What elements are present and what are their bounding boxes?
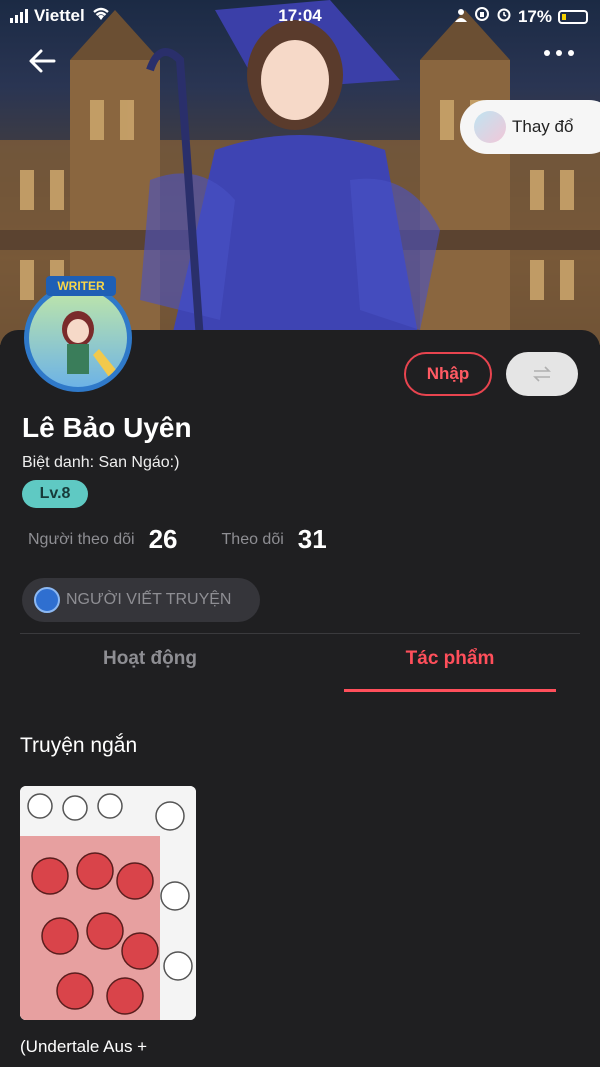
dot-icon: [568, 50, 574, 56]
role-label: NGƯỜI VIẾT TRUYỆN: [66, 591, 232, 608]
avatar-frame: [24, 284, 132, 392]
battery-icon: [558, 9, 588, 24]
following-label[interactable]: Theo dõi: [222, 531, 284, 549]
role-chip[interactable]: NGƯỜI VIẾT TRUYỆN: [22, 578, 260, 622]
status-right: 17%: [454, 6, 588, 27]
profile-tabs: Hoạt động Tác phẩm: [0, 648, 600, 692]
section-divider: [20, 633, 580, 634]
battery-percent: 17%: [517, 6, 552, 26]
level-badge: Lv.8: [22, 480, 88, 508]
person-icon: [454, 7, 468, 27]
story-cover[interactable]: [20, 786, 196, 1020]
following-count[interactable]: 31: [298, 524, 327, 555]
cover-thumbnail: [474, 111, 506, 143]
section-title: Truyện ngắn: [20, 734, 138, 757]
back-button[interactable]: [26, 44, 60, 78]
avatar[interactable]: WRITER: [18, 272, 140, 394]
avatar-image: [62, 311, 117, 377]
rotation-lock-icon: [474, 6, 490, 27]
profile-page: Viettel 17:04 17% Thay đổ WRITER Nhập Lê…: [0, 0, 600, 1067]
alarm-icon: [496, 6, 512, 27]
tab-works[interactable]: Tác phẩm: [344, 648, 556, 670]
writer-badge: WRITER: [46, 276, 116, 296]
change-cover-label: Thay đổ: [512, 117, 574, 136]
writer-role-icon: [34, 587, 60, 613]
story-title[interactable]: (Undertale Aus +: [20, 1036, 200, 1058]
join-button[interactable]: Nhập: [404, 352, 492, 396]
profile-name: Lê Bảo Uyên: [22, 412, 192, 443]
swap-arrows-icon: [533, 366, 551, 382]
dot-icon: [544, 50, 550, 56]
tab-activity[interactable]: Hoạt động: [44, 648, 256, 670]
switch-button[interactable]: [506, 352, 578, 396]
arrow-left-icon: [29, 49, 56, 73]
status-bar: Viettel 17:04 17%: [0, 0, 600, 34]
active-tab-indicator: [344, 689, 556, 692]
story-cover-image: [20, 786, 196, 1020]
followers-label[interactable]: Người theo dõi: [28, 531, 135, 549]
dot-icon: [556, 50, 562, 56]
change-cover-button[interactable]: Thay đổ: [460, 100, 600, 154]
profile-nickname: Biệt danh: San Ngáo:): [22, 454, 180, 471]
follow-stats: Người theo dõi 26 Theo dõi 31: [28, 524, 327, 555]
more-options-button[interactable]: [544, 50, 574, 56]
followers-count[interactable]: 26: [149, 524, 178, 555]
